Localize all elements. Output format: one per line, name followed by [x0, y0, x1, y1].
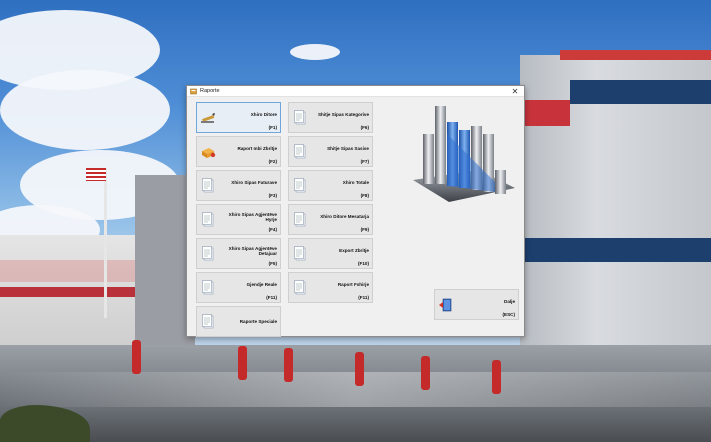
shitje-sipas-sasise-button[interactable]: Shitje Sipas Sasise (F7): [288, 136, 373, 167]
xhiro-sipas-agjenteve-hyrje-button[interactable]: Xhiro Sipas Agjentëve Hyrje (F4): [196, 204, 281, 235]
shortcut-key: (F1): [268, 125, 277, 130]
shortcut-key: (F11): [266, 295, 277, 300]
gift-icon: [197, 137, 219, 166]
document-icon: [197, 205, 219, 234]
store-blue-band: [570, 80, 711, 104]
button-label: Shitje Sipas Kategorive: [317, 112, 369, 118]
raport-fshirje-button[interactable]: Raport Fshirje (F11): [288, 272, 373, 303]
shortcut-key: (F8): [360, 193, 369, 198]
raport-mbi-zbritje-button[interactable]: Raport mbi Zbritje (F2): [196, 136, 281, 167]
bar-chart-logo-icon: [413, 106, 515, 202]
button-label: Xhiro Ditore Mesatarja: [320, 214, 369, 220]
button-label: Dalje: [504, 299, 515, 305]
button-label: Xhiro Sipas Faturave: [231, 180, 277, 186]
document-icon: [289, 273, 311, 302]
cloud: [290, 44, 340, 60]
xhiro-ditore-mesatarja-button[interactable]: Xhiro Ditore Mesatarja (F9): [288, 204, 373, 235]
bollard: [238, 346, 247, 380]
shortcut-key: (F2): [268, 159, 277, 164]
xhiro-sipas-agjenteve-detajuar-button[interactable]: Xhiro Sipas Agjentëve Detajuar (F5): [196, 238, 281, 269]
button-label: Shitje Sipas Sasise: [327, 146, 369, 152]
document-icon: [197, 239, 219, 268]
xhiro-ditore-button[interactable]: Xhiro Ditore (F1): [196, 102, 281, 133]
reports-dialog: Raporte ✕ Xhiro Ditore (F1) Raport mbi Z…: [186, 85, 525, 337]
button-label: Export Zbritje: [339, 248, 369, 254]
store-red-panel: [520, 100, 570, 126]
shortcut-key: (F5): [268, 261, 277, 266]
shortcut-key: (F7): [360, 159, 369, 164]
app-icon: [190, 88, 197, 95]
button-label: Xhiro Sipas Agjentëve Detajuar: [228, 245, 277, 257]
bollard: [492, 360, 501, 394]
bollard: [132, 340, 141, 374]
store-roof-trim: [560, 50, 711, 60]
cloud: [0, 70, 170, 150]
button-label: Raporte Speciale: [239, 318, 277, 324]
gjendje-reale-button[interactable]: Gjendje Reale (F11): [196, 272, 281, 303]
document-icon: [289, 205, 311, 234]
button-label: Raport Fshirje: [337, 282, 369, 288]
button-label: Xhiro Sipas Agjentëve Hyrje: [228, 211, 277, 223]
document-icon: [289, 239, 311, 268]
shortcut-key: (F6): [360, 125, 369, 130]
title-bar[interactable]: Raporte ✕: [187, 86, 524, 97]
document-icon: [197, 171, 219, 200]
flag: [86, 168, 106, 181]
flag-pole: [104, 168, 107, 318]
xhiro-sipas-faturave-button[interactable]: Xhiro Sipas Faturave (F3): [196, 170, 281, 201]
store-band: [0, 287, 140, 297]
xhiro-totale-button[interactable]: Xhiro Totale (F8): [288, 170, 373, 201]
shortcut-key: (ESC): [502, 312, 515, 317]
button-label: Xhiro Ditore: [250, 112, 277, 118]
store-blue-band: [520, 238, 711, 262]
document-icon: [197, 273, 219, 302]
bollard: [421, 356, 430, 390]
window-title: Raporte: [200, 88, 220, 94]
shitje-sipas-kategorive-button[interactable]: Shitje Sipas Kategorive (F6): [288, 102, 373, 133]
button-label: Gjendje Reale: [246, 282, 277, 288]
pencil-icon: [197, 103, 219, 132]
export-zbritje-button[interactable]: Export Zbritje (F10): [288, 238, 373, 269]
shortcut-key: (F4): [268, 227, 277, 232]
shortcut-key: (F3): [268, 193, 277, 198]
document-icon: [289, 137, 311, 166]
bollard: [355, 352, 364, 386]
document-icon: [289, 171, 311, 200]
dalje-button[interactable]: Dalje (ESC): [434, 289, 519, 320]
exit-door-icon: [435, 290, 457, 319]
shortcut-key: (F11): [358, 295, 369, 300]
shortcut-key: (F10): [358, 261, 369, 266]
button-label: Xhiro Totale: [342, 180, 369, 186]
button-label: Raport mbi Zbritje: [237, 146, 277, 152]
shortcut-key: (F9): [360, 227, 369, 232]
raporte-speciale-button[interactable]: Raporte Speciale: [196, 306, 281, 337]
document-icon: [289, 103, 311, 132]
bollard: [284, 348, 293, 382]
close-button[interactable]: ✕: [509, 86, 521, 97]
store-sign: [0, 260, 135, 282]
document-icon: [197, 307, 219, 336]
